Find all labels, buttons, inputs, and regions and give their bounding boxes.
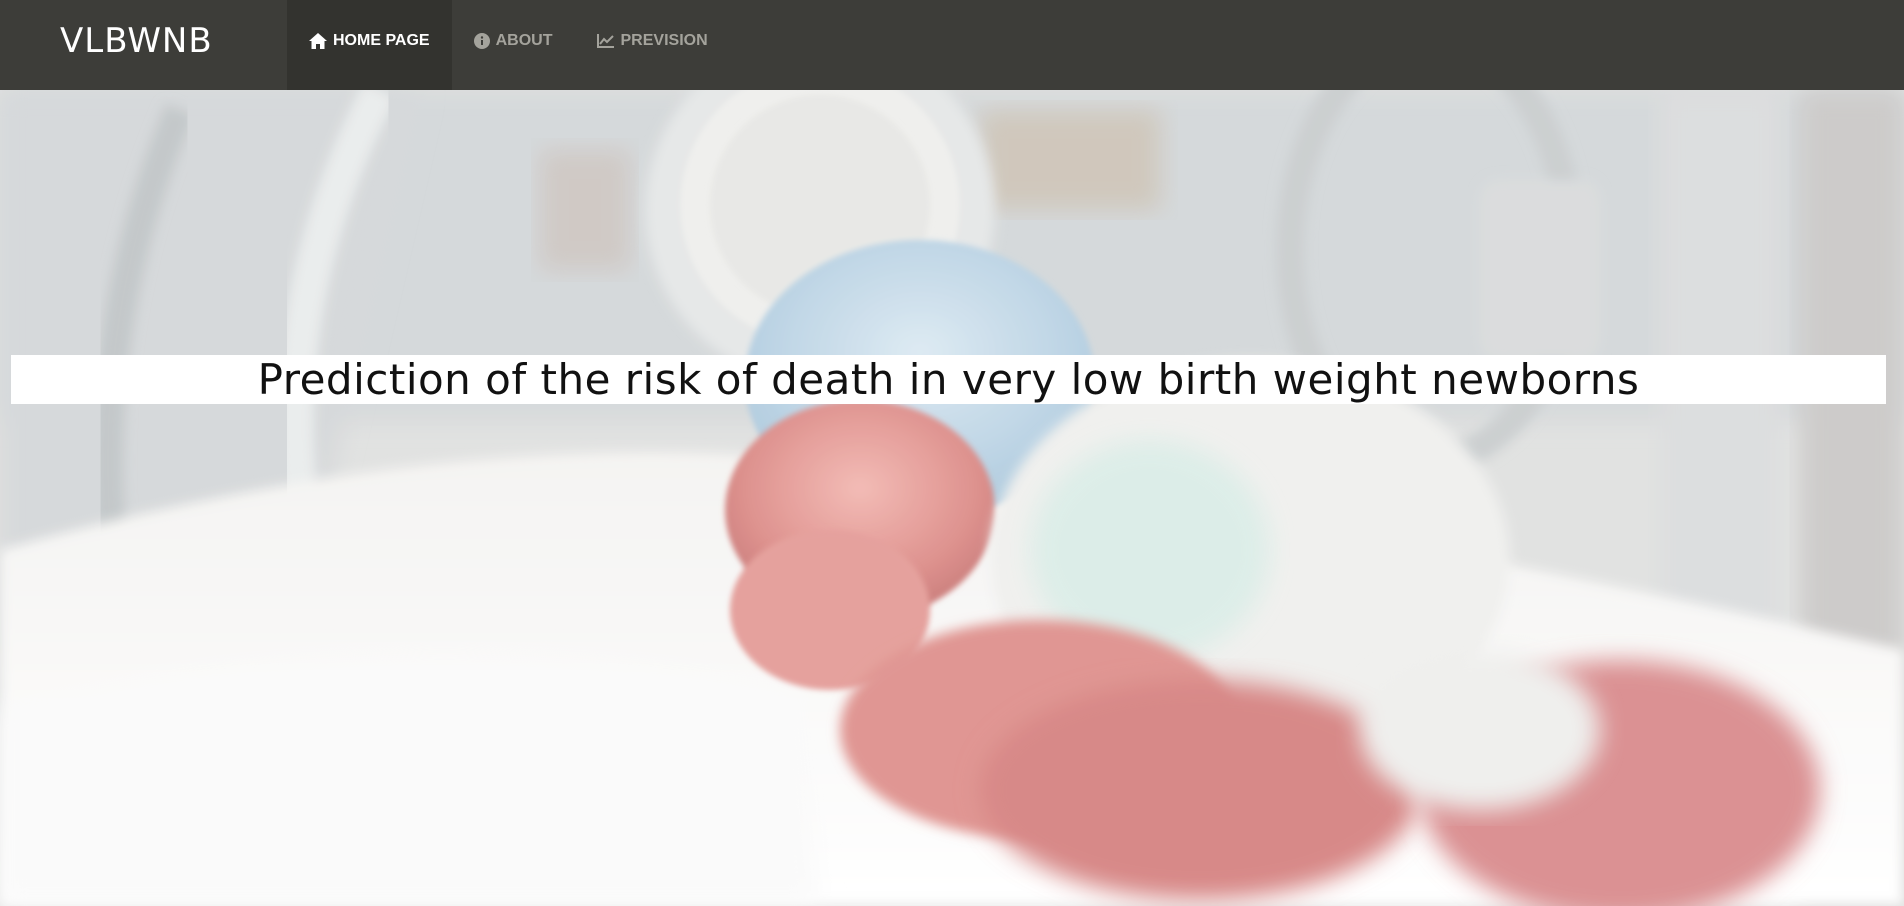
nav-home-page[interactable]: HOME PAGE: [287, 0, 452, 90]
brand-logo[interactable]: VLBWNB: [60, 0, 213, 90]
home-icon: [309, 33, 327, 49]
nav-prevision[interactable]: PREVISION: [575, 0, 730, 90]
line-chart-icon: [596, 34, 615, 48]
nav-about[interactable]: ABOUT: [452, 0, 575, 90]
navbar: VLBWNB HOME PAGE ABOUT PREVISION: [0, 0, 1904, 90]
nav-about-label: ABOUT: [495, 32, 553, 49]
nav-home-page-label: HOME PAGE: [333, 32, 430, 49]
page-title-banner: Prediction of the risk of death in very …: [11, 355, 1886, 404]
hero-section: Prediction of the risk of death in very …: [0, 90, 1904, 906]
info-circle-icon: [473, 33, 490, 49]
page-title: Prediction of the risk of death in very …: [257, 355, 1640, 404]
newborn-incubator-photo: [0, 90, 1904, 906]
nav-prevision-label: PREVISION: [620, 32, 708, 49]
nav-menu: HOME PAGE ABOUT PREVISION: [287, 0, 730, 90]
